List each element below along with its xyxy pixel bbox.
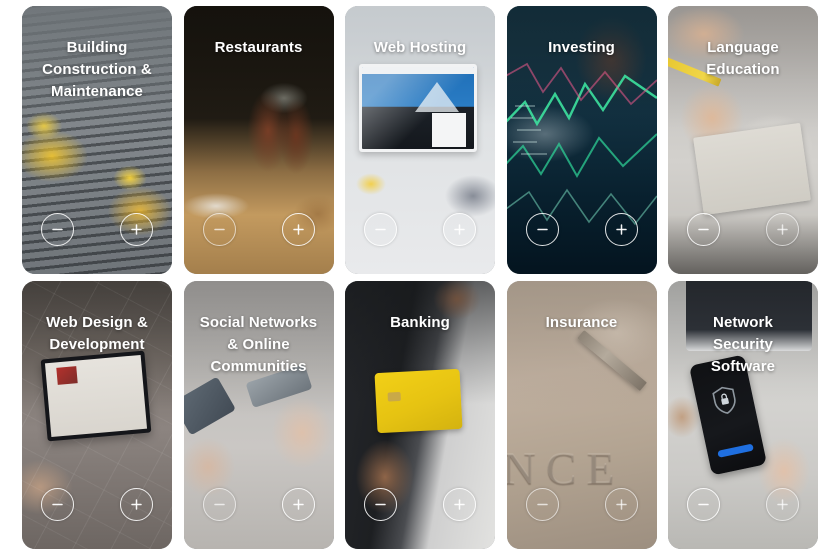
minus-button[interactable]	[41, 488, 74, 521]
category-card-insurance[interactable]: NCE Insurance	[506, 281, 657, 549]
category-card-language-education[interactable]: Language Education	[668, 6, 818, 274]
category-card-banking[interactable]: Banking	[345, 281, 495, 549]
card-title: Restaurants	[184, 6, 334, 59]
card-title-line: & Online	[227, 336, 290, 353]
embossed-paper-text: NCE	[506, 442, 625, 493]
plus-button[interactable]	[766, 213, 799, 246]
category-card-grid: Building Construction & Maintenance Rest…	[22, 6, 818, 549]
category-card-network-security-software[interactable]: Network Security Software	[668, 281, 818, 549]
plus-button[interactable]	[443, 488, 476, 521]
plus-button[interactable]	[120, 488, 153, 521]
category-card-web-hosting[interactable]: Web Hosting	[345, 6, 495, 274]
minus-button[interactable]	[202, 213, 236, 246]
category-card-web-design-development[interactable]: Web Design & Development	[22, 281, 172, 549]
minus-button[interactable]	[687, 488, 720, 521]
minus-button[interactable]	[525, 488, 559, 521]
plus-button[interactable]	[604, 213, 638, 246]
card-title-line: Investing	[548, 39, 615, 56]
card-title: Web Design & Development	[22, 281, 172, 356]
plus-button[interactable]	[443, 213, 476, 246]
card-title-line: Web Design &	[46, 314, 148, 331]
minus-button[interactable]	[364, 488, 397, 521]
card-title-line: Maintenance	[51, 83, 143, 100]
card-title: Social Networks & Online Communities	[184, 281, 334, 378]
plus-button[interactable]	[604, 488, 638, 521]
category-card-social-networks-online-communities[interactable]: Social Networks & Online Communities	[183, 281, 334, 549]
card-title-line: Construction &	[42, 61, 152, 78]
card-title-line: Network	[713, 314, 773, 331]
card-controls	[668, 213, 818, 246]
card-title-line: Banking	[390, 314, 450, 331]
card-title-line: Restaurants	[214, 39, 303, 56]
card-title-line: Development	[49, 336, 145, 353]
screen-thumbnail-graphic	[56, 366, 78, 385]
card-chip-icon	[387, 391, 401, 402]
card-title: Web Hosting	[345, 6, 495, 59]
card-title-line: Security	[713, 336, 773, 353]
minus-button[interactable]	[41, 213, 74, 246]
category-card-restaurants[interactable]: Restaurants	[183, 6, 334, 274]
plus-button[interactable]	[281, 488, 315, 521]
card-title-line: Web Hosting	[373, 39, 467, 56]
phone-progress-bar	[717, 443, 754, 458]
plus-button[interactable]	[120, 213, 153, 246]
minus-button[interactable]	[202, 488, 236, 521]
minus-button[interactable]	[364, 213, 397, 246]
category-card-investing[interactable]: Investing	[506, 6, 657, 274]
card-title: Investing	[507, 6, 657, 59]
minus-button[interactable]	[687, 213, 720, 246]
notebook-graphic	[693, 122, 811, 216]
card-controls	[345, 213, 495, 246]
card-title-line: Software	[710, 358, 776, 375]
shield-lock-icon	[712, 386, 736, 414]
minus-button[interactable]	[525, 213, 559, 246]
card-title-line: Insurance	[545, 314, 618, 331]
card-title-line: Communities	[210, 358, 307, 375]
card-title: Network Security Software	[668, 281, 818, 378]
card-title-line: Social Networks	[199, 314, 318, 331]
card-controls	[507, 488, 657, 521]
monitor-graphic	[359, 64, 477, 152]
card-controls	[345, 488, 495, 521]
category-card-building-construction-maintenance[interactable]: Building Construction & Maintenance	[22, 6, 172, 274]
card-controls	[507, 213, 657, 246]
card-title: Language Education	[668, 6, 818, 81]
card-controls	[184, 213, 334, 246]
laptop-graphic	[40, 350, 152, 442]
card-title-line: Language	[707, 39, 779, 56]
card-title: Building Construction & Maintenance	[22, 6, 172, 103]
card-title: Insurance	[507, 281, 657, 334]
plus-button[interactable]	[281, 213, 315, 246]
card-controls	[184, 488, 334, 521]
card-title-line: Education	[706, 61, 780, 78]
card-title-line: Building	[66, 39, 128, 56]
card-controls	[668, 488, 818, 521]
card-controls	[22, 488, 172, 521]
card-controls	[22, 213, 172, 246]
bank-card-graphic	[374, 368, 463, 434]
plus-button[interactable]	[766, 488, 799, 521]
card-title: Banking	[345, 281, 495, 334]
